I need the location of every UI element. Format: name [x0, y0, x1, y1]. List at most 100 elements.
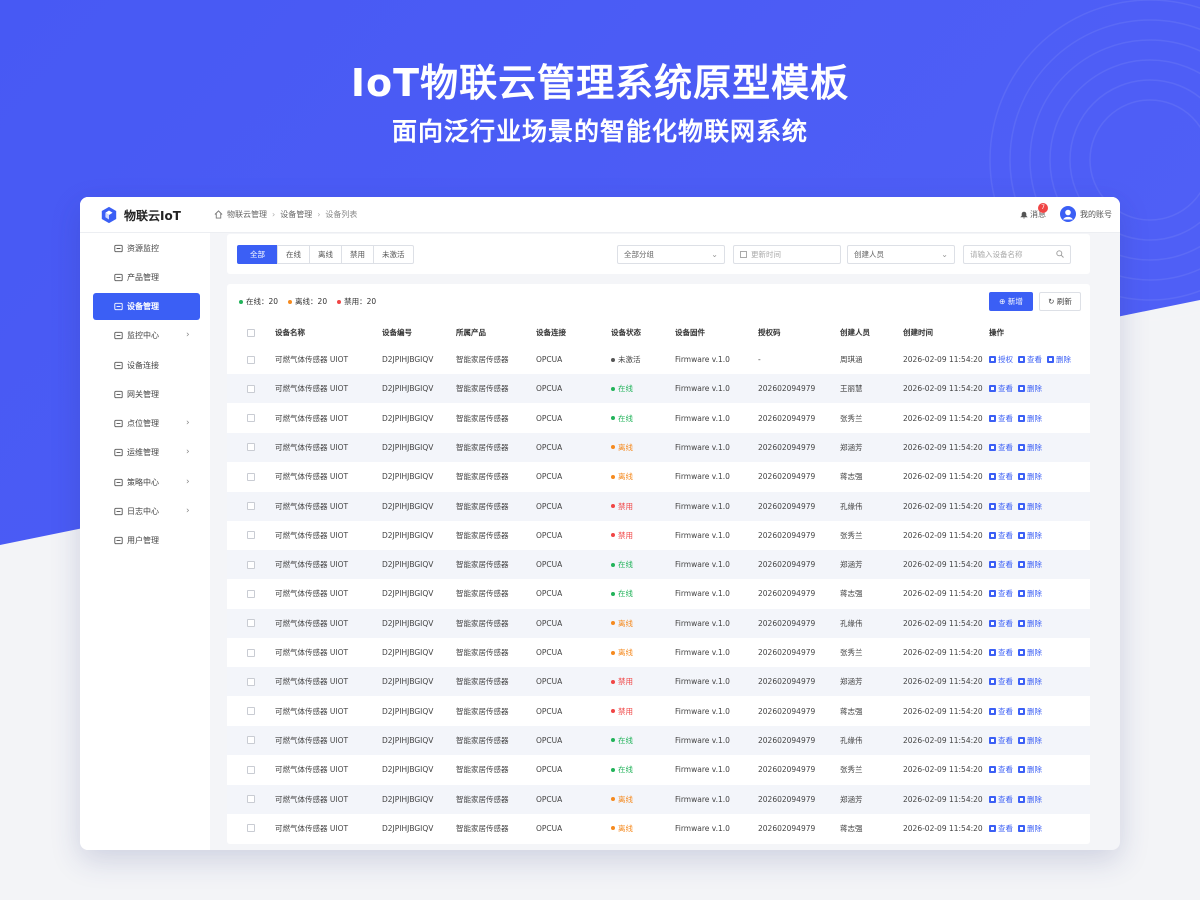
- view-link[interactable]: 查看: [989, 471, 1013, 482]
- row-checkbox[interactable]: [247, 443, 255, 452]
- view-link[interactable]: 查看: [989, 442, 1013, 453]
- filter-tab[interactable]: 全部: [237, 245, 278, 264]
- view-link[interactable]: 查看: [989, 647, 1013, 658]
- account-label[interactable]: 我的账号: [1080, 209, 1112, 220]
- delete-link[interactable]: 删除: [1018, 588, 1042, 599]
- view-link[interactable]: 查看: [989, 676, 1013, 687]
- select-all-checkbox[interactable]: [247, 328, 255, 337]
- messages-button[interactable]: 消息 7: [1020, 202, 1048, 220]
- view-link[interactable]: 查看: [989, 413, 1013, 424]
- delete-link[interactable]: 删除: [1018, 823, 1042, 834]
- view-link[interactable]: 查看: [989, 383, 1013, 394]
- table-row[interactable]: 可燃气体传感器 UIOT D2JPIHJBGIQV 智能家居传感器 OPCUA 未激活 F…: [227, 345, 1090, 374]
- search-icon[interactable]: [1056, 250, 1064, 258]
- view-link[interactable]: 查看: [989, 706, 1013, 717]
- view-link[interactable]: 查看: [989, 559, 1013, 570]
- view-link[interactable]: 查看: [989, 735, 1013, 746]
- add-button[interactable]: ⊕ 新增: [989, 292, 1033, 311]
- row-checkbox[interactable]: [247, 384, 255, 393]
- delete-link[interactable]: 删除: [1018, 559, 1042, 570]
- row-checkbox[interactable]: [247, 589, 255, 598]
- table-row[interactable]: 可燃气体传感器 UIOT D2JPIHJBGIQV 智能家居传感器 OPCUA 禁用 Fi…: [227, 491, 1090, 521]
- view-link[interactable]: 查看: [989, 501, 1013, 512]
- row-checkbox[interactable]: [247, 502, 255, 510]
- row-checkbox[interactable]: [247, 648, 255, 657]
- filter-tab[interactable]: 未激活: [373, 245, 414, 264]
- update-time-picker[interactable]: 更新时间: [733, 245, 841, 264]
- table-row[interactable]: 可燃气体传感器 UIOT D2JPIHJBGIQV 智能家居传感器 OPCUA 禁用 Fi…: [227, 521, 1090, 550]
- row-checkbox[interactable]: [247, 677, 255, 686]
- delete-link[interactable]: 删除: [1018, 471, 1042, 482]
- row-checkbox[interactable]: [247, 795, 255, 803]
- view-link[interactable]: 查看: [989, 794, 1013, 805]
- delete-link[interactable]: 删除: [1018, 530, 1042, 541]
- row-checkbox[interactable]: [247, 707, 255, 716]
- table-row[interactable]: 可燃气体传感器 UIOT D2JPIHJBGIQV 智能家居传感器 OPCUA 在线 Fi…: [227, 755, 1090, 784]
- view-link[interactable]: 查看: [989, 618, 1013, 629]
- sidebar-item[interactable]: 点位管理 ›: [93, 410, 200, 437]
- delete-link[interactable]: 删除: [1018, 794, 1042, 805]
- logo[interactable]: 物联云IoT: [100, 206, 181, 224]
- sidebar-item[interactable]: 产品管理: [93, 264, 200, 291]
- sidebar-item[interactable]: 日志中心 ›: [93, 498, 200, 525]
- row-checkbox[interactable]: [247, 824, 255, 833]
- breadcrumb-item[interactable]: 设备管理: [280, 209, 312, 220]
- delete-link[interactable]: 删除: [1018, 442, 1042, 453]
- view-link[interactable]: 查看: [989, 823, 1013, 834]
- table-row[interactable]: 可燃气体传感器 UIOT D2JPIHJBGIQV 智能家居传感器 OPCUA 离线 Fi…: [227, 638, 1090, 667]
- filter-tab[interactable]: 离线: [309, 245, 342, 264]
- delete-link[interactable]: 删除: [1018, 413, 1042, 424]
- sidebar-item[interactable]: 运维管理 ›: [93, 439, 200, 466]
- creator-select[interactable]: 创建人员 ⌄: [847, 245, 955, 264]
- breadcrumb-item[interactable]: 物联云管理: [227, 209, 267, 220]
- row-checkbox[interactable]: [247, 765, 255, 774]
- home-icon[interactable]: [214, 210, 223, 219]
- sidebar-item[interactable]: 设备管理: [93, 293, 200, 320]
- delete-link[interactable]: 删除: [1018, 706, 1042, 717]
- table-row[interactable]: 可燃气体传感器 UIOT D2JPIHJBGIQV 智能家居传感器 OPCUA 离线 Fi…: [227, 608, 1090, 638]
- table-row[interactable]: 可燃气体传感器 UIOT D2JPIHJBGIQV 智能家居传感器 OPCUA 在线 Fi…: [227, 404, 1090, 433]
- row-checkbox[interactable]: [247, 414, 255, 423]
- table-row[interactable]: 可燃气体传感器 UIOT D2JPIHJBGIQV 智能家居传感器 OPCUA 在线 Fi…: [227, 374, 1090, 404]
- filter-tab[interactable]: 禁用: [341, 245, 374, 264]
- table-row[interactable]: 可燃气体传感器 UIOT D2JPIHJBGIQV 智能家居传感器 OPCUA 离线 Fi…: [227, 814, 1090, 843]
- row-checkbox[interactable]: [247, 619, 255, 628]
- delete-link[interactable]: 删除: [1018, 647, 1042, 658]
- row-checkbox[interactable]: [247, 560, 255, 569]
- refresh-button[interactable]: ↻ 刷新: [1039, 292, 1081, 311]
- delete-link[interactable]: 删除: [1018, 383, 1042, 394]
- row-checkbox[interactable]: [247, 355, 255, 364]
- delete-link[interactable]: 删除: [1018, 735, 1042, 746]
- delete-link[interactable]: 删除: [1018, 676, 1042, 687]
- sidebar-item[interactable]: 设备连接: [93, 352, 200, 379]
- filter-tab[interactable]: 在线: [277, 245, 310, 264]
- table-row[interactable]: 可燃气体传感器 UIOT D2JPIHJBGIQV 智能家居传感器 OPCUA 禁用 Fi…: [227, 667, 1090, 697]
- row-checkbox[interactable]: [247, 472, 255, 481]
- sidebar-item[interactable]: 监控中心 ›: [93, 322, 200, 349]
- group-select[interactable]: 全部分组 ⌄: [617, 245, 725, 264]
- table-row[interactable]: 可燃气体传感器 UIOT D2JPIHJBGIQV 智能家居传感器 OPCUA 禁用 Fi…: [227, 697, 1090, 726]
- table-row[interactable]: 可燃气体传感器 UIOT D2JPIHJBGIQV 智能家居传感器 OPCUA 在线 Fi…: [227, 550, 1090, 580]
- sidebar-item[interactable]: 用户管理: [93, 527, 200, 554]
- table-row[interactable]: 可燃气体传感器 UIOT D2JPIHJBGIQV 智能家居传感器 OPCUA 离线 Fi…: [227, 462, 1090, 491]
- delete-link[interactable]: 删除: [1047, 354, 1071, 365]
- row-checkbox[interactable]: [247, 531, 255, 540]
- table-row[interactable]: 可燃气体传感器 UIOT D2JPIHJBGIQV 智能家居传感器 OPCUA 在线 Fi…: [227, 725, 1090, 755]
- view-link[interactable]: 查看: [989, 764, 1013, 775]
- delete-link[interactable]: 删除: [1018, 501, 1042, 512]
- search-input[interactable]: 请输入设备名称: [963, 245, 1071, 264]
- sidebar-item[interactable]: 资源监控: [93, 235, 200, 262]
- sidebar-item[interactable]: 网关管理: [93, 381, 200, 408]
- table-row[interactable]: 可燃气体传感器 UIOT D2JPIHJBGIQV 智能家居传感器 OPCUA 离线 Fi…: [227, 784, 1090, 814]
- table-row[interactable]: 可燃气体传感器 UIOT D2JPIHJBGIQV 智能家居传感器 OPCUA 在线 Fi…: [227, 579, 1090, 608]
- avatar-icon[interactable]: [1060, 206, 1076, 222]
- delete-link[interactable]: 删除: [1018, 764, 1042, 775]
- view-link[interactable]: 查看: [989, 588, 1013, 599]
- authorize-link[interactable]: 授权: [989, 354, 1013, 365]
- delete-link[interactable]: 删除: [1018, 618, 1042, 629]
- view-link[interactable]: 查看: [1018, 354, 1042, 365]
- table-row[interactable]: 可燃气体传感器 UIOT D2JPIHJBGIQV 智能家居传感器 OPCUA 离线 Fi…: [227, 432, 1090, 462]
- view-link[interactable]: 查看: [989, 530, 1013, 541]
- row-checkbox[interactable]: [247, 736, 255, 745]
- sidebar-item[interactable]: 策略中心 ›: [93, 469, 200, 496]
